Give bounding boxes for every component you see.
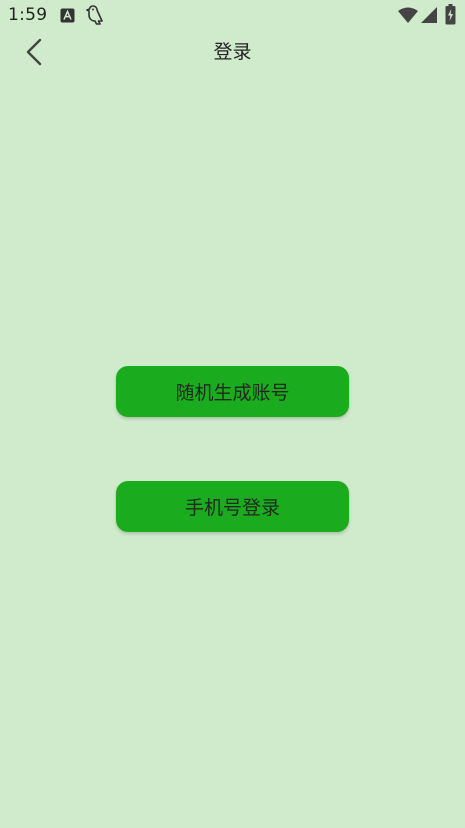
status-bar: 1:59: [0, 0, 465, 32]
phone-login-label: 手机号登录: [184, 497, 280, 519]
cellular-signal-icon: [421, 7, 437, 23]
random-account-label: 随机生成账号: [175, 382, 290, 404]
battery-charging-icon: [445, 4, 456, 25]
keyboard-a-icon: [60, 8, 75, 23]
wifi-icon: [398, 7, 418, 23]
toolbar: 登录: [0, 32, 465, 72]
random-account-button[interactable]: 随机生成账号: [116, 366, 349, 417]
status-time: 1:59: [8, 5, 48, 25]
page-title: 登录: [213, 41, 252, 63]
phone-login-button[interactable]: 手机号登录: [116, 481, 349, 532]
bird-notification-icon: [86, 5, 103, 25]
